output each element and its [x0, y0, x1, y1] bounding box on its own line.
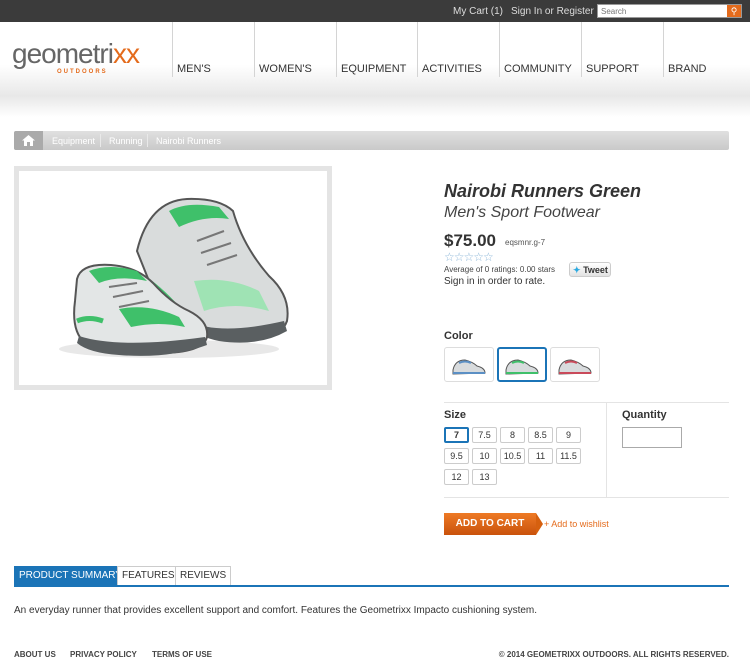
footer-copyright: © 2014 GEOMETRIXX OUTDOORS. ALL RIGHTS R…	[498, 650, 729, 659]
home-icon	[22, 135, 35, 146]
size-option[interactable]: 11.5	[556, 448, 581, 464]
tweet-button[interactable]: ✦ Tweet	[569, 262, 611, 277]
size-option[interactable]: 13	[472, 469, 497, 485]
size-option[interactable]: 9.5	[444, 448, 469, 464]
product-description: An everyday runner that provides excelle…	[14, 605, 538, 616]
breadcrumb-running[interactable]: Running	[109, 136, 143, 146]
signin-link[interactable]: Sign In or Register	[511, 6, 594, 17]
product-subtitle: Men's Sport Footwear	[444, 204, 601, 221]
product-image[interactable]	[14, 166, 332, 390]
color-label: Color	[444, 330, 473, 342]
size-label: Size	[444, 409, 467, 421]
size-option[interactable]: 7	[444, 427, 469, 443]
rating-average: Average of 0 ratings: 0.00 stars	[444, 265, 556, 274]
size-option[interactable]: 11	[528, 448, 553, 464]
shoe-thumb-icon	[505, 359, 539, 375]
size-option[interactable]: 12	[444, 469, 469, 485]
footer-terms-of-use[interactable]: TERMS OF USE	[152, 650, 212, 659]
nav-community[interactable]: COMMUNITY	[499, 22, 581, 77]
tweet-label: Tweet	[583, 265, 608, 275]
search-icon: ⚲	[730, 6, 738, 16]
breadcrumb-divider	[147, 134, 148, 147]
divider	[444, 497, 729, 498]
shoe-image	[59, 197, 289, 358]
logo-text: geometri	[12, 38, 114, 69]
size-option[interactable]: 9	[556, 427, 581, 443]
size-option[interactable]: 7.5	[472, 427, 497, 443]
footer-privacy-policy[interactable]: PRIVACY POLICY	[70, 650, 137, 659]
breadcrumb-home[interactable]	[14, 131, 43, 150]
header: geometrixx OUTDOORS MEN'S WOMEN'S EQUIPM…	[0, 22, 750, 117]
product-sku: eqsmnr.g-7	[505, 238, 546, 247]
size-option[interactable]: 8.5	[528, 427, 553, 443]
tab-product-summary[interactable]: PRODUCT SUMMARY	[14, 566, 127, 585]
breadcrumb-current: Nairobi Runners	[156, 136, 222, 146]
nav-brand[interactable]: BRAND	[663, 22, 723, 77]
add-to-wishlist-link[interactable]: + Add to wishlist	[544, 519, 609, 529]
twitter-bird-icon: ✦	[573, 265, 581, 275]
product-price: $75.00	[444, 231, 496, 250]
add-to-cart-arrow	[536, 513, 543, 535]
divider	[444, 402, 729, 403]
search-input[interactable]	[598, 5, 726, 17]
search-button[interactable]: ⚲	[727, 5, 741, 17]
add-to-cart-button[interactable]: ADD TO CART	[444, 513, 536, 535]
breadcrumb: Equipment Running Nairobi Runners	[14, 131, 729, 150]
nav-equipment[interactable]: EQUIPMENT	[336, 22, 418, 77]
product-tabs: PRODUCT SUMMARY FEATURES REVIEWS	[14, 566, 729, 587]
color-swatch-blue[interactable]	[444, 347, 494, 382]
breadcrumb-equipment[interactable]: Equipment	[52, 136, 95, 146]
nav-mens[interactable]: MEN'S	[172, 22, 254, 77]
quantity-label: Quantity	[622, 409, 667, 421]
size-option[interactable]: 10.5	[500, 448, 525, 464]
shoe-thumb-icon	[558, 359, 592, 375]
footer-about-us[interactable]: ABOUT US	[14, 650, 56, 659]
top-bar: My Cart (1) Sign In or Register ⚲	[0, 0, 750, 22]
size-option[interactable]: 10	[472, 448, 497, 464]
rate-signin-text: Sign in in order to rate.	[444, 276, 546, 287]
logo-accent: xx	[112, 38, 140, 69]
size-option[interactable]: 8	[500, 427, 525, 443]
color-swatch-green[interactable]	[497, 347, 547, 382]
nav-womens[interactable]: WOMEN'S	[254, 22, 336, 77]
product-title: Nairobi Runners Green	[444, 181, 642, 201]
search-box: ⚲	[597, 4, 742, 18]
nav-activities[interactable]: ACTIVITIES	[417, 22, 499, 77]
color-swatch-red[interactable]	[550, 347, 600, 382]
logo-subtitle: OUTDOORS	[57, 69, 108, 75]
tab-reviews[interactable]: REVIEWS	[175, 566, 232, 585]
divider	[606, 402, 607, 497]
logo[interactable]: geometrixx	[12, 38, 140, 69]
quantity-input[interactable]	[622, 427, 682, 448]
rating-stars[interactable]: ☆☆☆☆☆	[444, 250, 494, 264]
cart-link[interactable]: My Cart (1)	[453, 6, 503, 17]
tab-features[interactable]: FEATURES	[117, 566, 180, 585]
nav-support[interactable]: SUPPORT	[581, 22, 663, 77]
breadcrumb-divider	[100, 134, 101, 147]
shoe-thumb-icon	[452, 359, 486, 375]
